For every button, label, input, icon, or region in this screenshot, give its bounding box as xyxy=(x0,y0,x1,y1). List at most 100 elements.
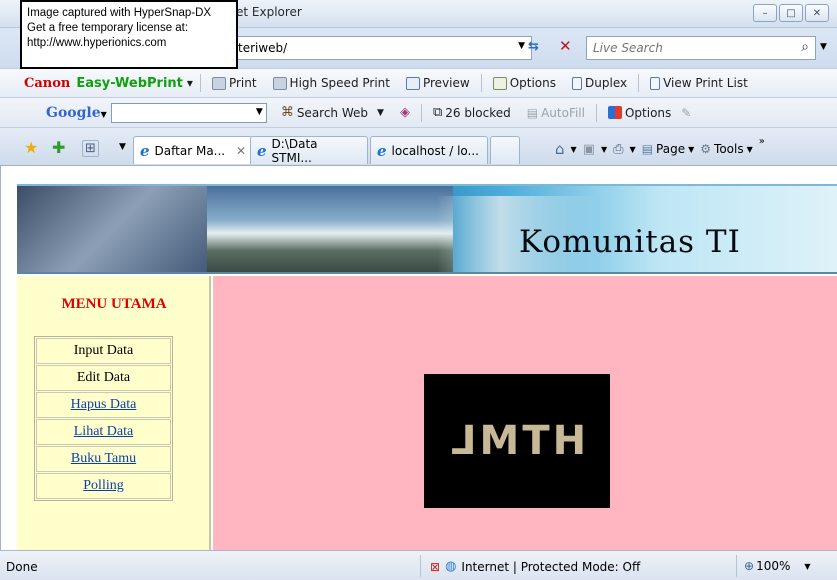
toolbar-separator xyxy=(480,74,482,92)
tab-localhost[interactable]: e localhost / lo... xyxy=(370,136,488,164)
google-logo[interactable]: Google▼ xyxy=(46,105,107,121)
printer-icon xyxy=(211,76,226,90)
watermark-line-2: Get a free temporary license at: xyxy=(27,22,189,34)
chevron-more-icon[interactable]: » xyxy=(759,136,765,147)
google-options-icon xyxy=(607,106,622,119)
tools-label: Tools xyxy=(714,142,744,156)
search-icon[interactable]: ⌕ xyxy=(801,39,809,55)
google-options-label: Options xyxy=(624,105,672,120)
add-favorite-icon[interactable]: ✚ xyxy=(52,138,65,157)
live-search-box[interactable]: ⌕ xyxy=(586,36,816,60)
menu-item-polling[interactable]: Polling xyxy=(36,473,171,499)
high-speed-print-button[interactable]: High Speed Print xyxy=(265,72,398,94)
minimize-button[interactable]: – xyxy=(753,4,777,22)
live-search-input[interactable] xyxy=(593,40,783,56)
menu-item-lihat-data[interactable]: Lihat Data xyxy=(36,419,171,445)
close-button[interactable]: ✕ xyxy=(805,4,829,22)
options-icon xyxy=(492,76,507,90)
easy-webprint-dropdown-icon[interactable]: ▾ xyxy=(183,72,197,94)
tab-label: localhost / lo... xyxy=(391,143,479,158)
ie-icon: e xyxy=(257,141,267,160)
tab-bar: ★ ✚ ⊞ ▼ e Daftar Ma... ✕ e D:\Data STMI.… xyxy=(0,128,837,166)
google-logo-text: Google xyxy=(46,104,101,121)
bookmark-icon: ◈ xyxy=(399,105,410,120)
stop-icon[interactable]: ✕ xyxy=(559,37,572,55)
close-tab-icon[interactable]: ✕ xyxy=(236,144,246,158)
home-dropdown-icon[interactable]: ▼ xyxy=(571,145,577,154)
page-label: Page xyxy=(656,142,686,156)
menu-item-hapus-data[interactable]: Hapus Data xyxy=(36,392,171,418)
feeds-dropdown-icon[interactable]: ▼ xyxy=(601,145,607,154)
search-options-dropdown-icon[interactable]: ▼ xyxy=(820,42,827,52)
popup-blocker-button[interactable]: ⧉ 26 blocked xyxy=(425,102,519,124)
print-button[interactable]: Print xyxy=(204,72,265,94)
tab-list-dropdown-icon[interactable]: ▼ xyxy=(119,142,126,152)
duplex-button[interactable]: Duplex xyxy=(564,72,635,94)
page-icon: ▤ xyxy=(641,142,654,156)
print-icon[interactable]: ⎙ xyxy=(613,142,623,157)
zoom-level: 100% xyxy=(756,559,791,573)
zone-label: Internet | Protected Mode: Off xyxy=(461,559,641,574)
banner-photo-building xyxy=(207,186,453,272)
tab-data-stmi[interactable]: e D:\Data STMI... xyxy=(250,136,368,165)
preview-icon xyxy=(405,76,420,90)
view-print-list-button[interactable]: View Print List xyxy=(642,72,756,94)
toolbar-separator xyxy=(595,103,597,122)
print-list-icon xyxy=(650,76,661,90)
bookmark-button[interactable]: ◈ xyxy=(392,102,418,124)
window-controls: – □ ✕ xyxy=(753,4,829,22)
status-divider xyxy=(420,555,421,577)
tab-label: D:\Data STMI... xyxy=(271,136,318,165)
preview-label: Preview xyxy=(422,76,470,90)
html-logo-text: HTML xyxy=(447,418,587,464)
search-web-button[interactable]: ⌘ Search Web ▼ xyxy=(273,102,392,124)
easy-webprint-menu[interactable]: Easy-WebPrint xyxy=(76,76,183,91)
canon-options-label: Options xyxy=(509,76,557,90)
security-zone[interactable]: ⊠ ◍ Internet | Protected Mode: Off xyxy=(430,559,640,574)
menu-item-edit-data[interactable]: Edit Data xyxy=(36,365,171,391)
menu-title: MENU UTAMA xyxy=(61,296,167,312)
home-icon[interactable]: ⌂ xyxy=(555,140,565,158)
print-label: Print xyxy=(228,76,257,90)
main-content: HTML xyxy=(213,276,837,550)
favorites-star-icon[interactable]: ★ xyxy=(24,138,38,157)
menu-item-input-data[interactable]: Input Data xyxy=(36,338,171,364)
toolbar-separator xyxy=(420,103,422,122)
hypersnap-watermark: Image captured with HyperSnap-DX Get a f… xyxy=(20,0,238,69)
search-web-label: Search Web xyxy=(296,105,369,120)
canon-toolbar: Canon Easy-WebPrint ▾ Print High Speed P… xyxy=(0,68,837,98)
highlighter-icon[interactable]: ✎ xyxy=(681,106,691,120)
menu-list: Input Data Edit Data Hapus Data Lihat Da… xyxy=(34,336,173,501)
canon-logo: Canon xyxy=(24,75,71,91)
autofill-button[interactable]: ▤ AutoFill xyxy=(519,102,593,124)
command-bar: ⌂ ▼ ▣ ▼ ⎙ ▼ ▤ Page ▼ ⚙ Tools ▼ » xyxy=(555,136,765,159)
page-menu[interactable]: ▤ Page ▼ xyxy=(642,142,695,156)
preview-button[interactable]: Preview xyxy=(398,72,478,94)
tools-menu[interactable]: ⚙ Tools ▼ xyxy=(700,142,752,156)
zoom-control[interactable]: ⊕ 100% ▼ xyxy=(744,559,811,573)
menu-item-buku-tamu[interactable]: Buku Tamu xyxy=(36,446,171,472)
high-speed-printer-icon xyxy=(272,76,287,90)
sidebar-menu: MENU UTAMA Input Data Edit Data Hapus Da… xyxy=(17,276,211,550)
google-search-input[interactable] xyxy=(111,103,242,122)
new-tab-button[interactable] xyxy=(490,136,520,164)
quick-tabs-icon[interactable]: ⊞ xyxy=(82,140,99,157)
gear-icon: ⚙ xyxy=(700,142,712,156)
popup-blocker-icon: ⧉ xyxy=(432,105,443,120)
page-dropdown-icon: ▼ xyxy=(688,144,695,154)
address-dropdown-icon[interactable]: ▼ xyxy=(518,41,525,51)
google-search-dropdown-icon[interactable]: ▼ xyxy=(256,107,263,117)
canon-options-button[interactable]: Options xyxy=(485,72,564,94)
address-url[interactable]: teriweb/ xyxy=(238,41,287,55)
google-search-box[interactable]: ▼ xyxy=(110,102,267,123)
window-title: et Explorer xyxy=(236,5,302,19)
tab-daftar-ma[interactable]: e Daftar Ma... ✕ xyxy=(133,136,253,164)
banner-photo-computer xyxy=(17,186,207,272)
globe-icon: ◍ xyxy=(445,559,457,574)
autofill-label: AutoFill xyxy=(541,105,585,120)
google-options-button[interactable]: Options xyxy=(600,102,679,124)
feeds-icon[interactable]: ▣ xyxy=(583,142,595,157)
maximize-button[interactable]: □ xyxy=(779,4,803,22)
refresh-icon[interactable]: ⇆ xyxy=(528,39,539,54)
print-dropdown-icon[interactable]: ▼ xyxy=(630,145,636,154)
